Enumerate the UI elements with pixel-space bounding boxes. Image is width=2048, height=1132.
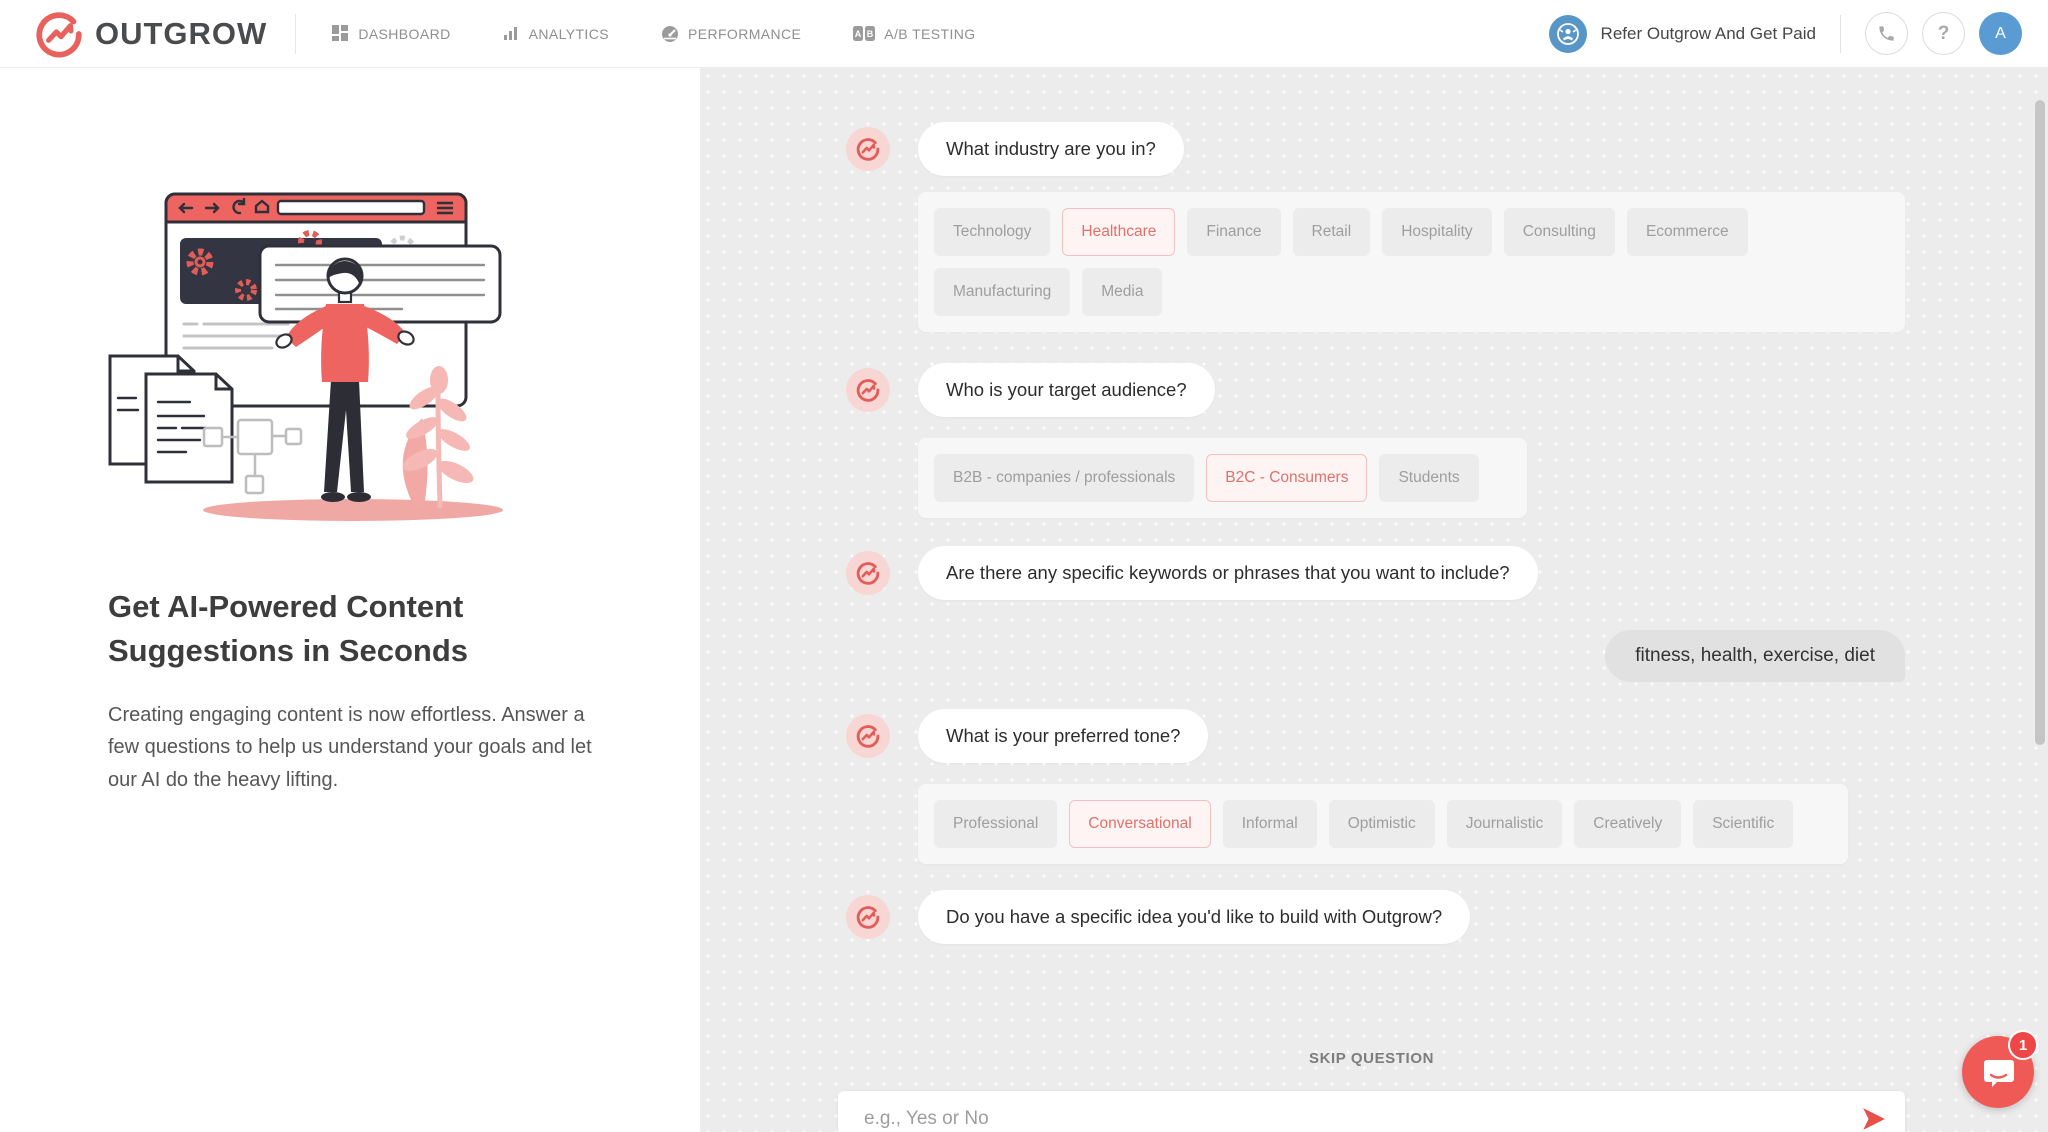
ab-testing-icon: A B bbox=[853, 25, 875, 42]
bot-avatar-icon bbox=[846, 368, 890, 412]
help-button[interactable]: ? bbox=[1922, 12, 1965, 55]
send-icon[interactable] bbox=[1861, 1106, 1887, 1132]
svg-text:A: A bbox=[855, 29, 862, 39]
question-bubble: What industry are you in? bbox=[918, 122, 1184, 176]
chat-widget-button[interactable]: 1 bbox=[1962, 1036, 2034, 1108]
option-chip[interactable]: Manufacturing bbox=[934, 268, 1070, 316]
option-chip[interactable]: Hospitality bbox=[1382, 208, 1492, 256]
option-chip[interactable]: Ecommerce bbox=[1627, 208, 1748, 256]
answer-input-bar bbox=[838, 1091, 1905, 1132]
nav-menu: DASHBOARD ANALYTICS PERFORMANCE bbox=[332, 25, 975, 43]
question-bubble: Are there any specific keywords or phras… bbox=[918, 546, 1538, 600]
refer-label: Refer Outgrow And Get Paid bbox=[1601, 24, 1816, 44]
question-bubble: What is your preferred tone? bbox=[918, 709, 1208, 763]
chat-panel: What industry are you in? TechnologyHeal… bbox=[700, 68, 2048, 1132]
nav-label: ANALYTICS bbox=[529, 26, 609, 42]
nav-label: PERFORMANCE bbox=[688, 26, 801, 42]
outgrow-logo-icon bbox=[33, 8, 85, 60]
nav-label: DASHBOARD bbox=[358, 26, 450, 42]
svg-text:B: B bbox=[867, 29, 874, 39]
industry-options: TechnologyHealthcareFinance RetailHospita… bbox=[918, 192, 1905, 332]
bot-message: Who is your target audience? bbox=[846, 363, 1905, 417]
option-chip[interactable]: Creatively bbox=[1574, 800, 1681, 848]
tone-options: ProfessionalConversational InformalOptimi… bbox=[918, 784, 1848, 864]
question-bubble: Who is your target audience? bbox=[918, 363, 1215, 417]
bot-message: Are there any specific keywords or phras… bbox=[846, 546, 1905, 600]
top-nav: OUTGROW DASHBOARD ANALYTICS bbox=[0, 0, 2048, 68]
page-title: Get AI-Powered Content Suggestions in Se… bbox=[108, 585, 588, 673]
bot-message: What is your preferred tone? bbox=[846, 709, 1905, 763]
option-chip[interactable]: B2B - companies / professionals bbox=[934, 454, 1194, 502]
nav-right-cluster: Refer Outgrow And Get Paid ? A bbox=[1549, 12, 2022, 55]
user-avatar[interactable]: A bbox=[1979, 12, 2022, 55]
option-chip[interactable]: Retail bbox=[1293, 208, 1371, 256]
option-chip[interactable]: Journalistic bbox=[1447, 800, 1563, 848]
analytics-icon bbox=[503, 25, 520, 42]
bot-avatar-icon bbox=[846, 895, 890, 939]
nav-item-performance[interactable]: PERFORMANCE bbox=[661, 25, 801, 43]
phone-button[interactable] bbox=[1865, 12, 1908, 55]
nav-label: A/B TESTING bbox=[884, 26, 975, 42]
bot-avatar-icon bbox=[846, 551, 890, 595]
option-chip[interactable]: Professional bbox=[934, 800, 1057, 848]
bot-avatar-icon bbox=[846, 127, 890, 171]
option-chip[interactable]: Conversational bbox=[1069, 800, 1210, 848]
user-reply-bubble: fitness, health, exercise, diet bbox=[1605, 630, 1905, 682]
option-chip[interactable]: Optimistic bbox=[1329, 800, 1435, 848]
nav-divider bbox=[1840, 15, 1841, 53]
chat-bubble-icon bbox=[1981, 1055, 2015, 1089]
hero-illustration bbox=[88, 188, 608, 528]
phone-icon bbox=[1877, 24, 1896, 43]
nav-item-ab-testing[interactable]: A B A/B TESTING bbox=[853, 25, 975, 42]
option-chip[interactable]: Media bbox=[1082, 268, 1162, 316]
notification-badge: 1 bbox=[2008, 1030, 2038, 1060]
audience-options: B2B - companies / professionalsB2C - Con… bbox=[918, 438, 1527, 518]
bot-message: Do you have a specific idea you'd like t… bbox=[846, 890, 1905, 944]
nav-item-dashboard[interactable]: DASHBOARD bbox=[332, 25, 450, 42]
answer-input[interactable] bbox=[838, 1108, 1905, 1130]
option-chip[interactable]: Technology bbox=[934, 208, 1050, 256]
performance-icon bbox=[661, 25, 679, 43]
nav-divider bbox=[295, 14, 296, 54]
dashboard-icon bbox=[332, 25, 349, 42]
nav-item-analytics[interactable]: ANALYTICS bbox=[503, 25, 609, 42]
page-description: Creating engaging content is now effortl… bbox=[108, 699, 608, 796]
outgrow-logo[interactable]: OUTGROW bbox=[33, 8, 267, 60]
option-chip[interactable]: Finance bbox=[1187, 208, 1280, 256]
option-chip[interactable]: Informal bbox=[1223, 800, 1317, 848]
option-chip[interactable]: Scientific bbox=[1693, 800, 1793, 848]
option-chip[interactable]: Healthcare bbox=[1062, 208, 1175, 256]
option-chip[interactable]: Students bbox=[1379, 454, 1478, 502]
intro-panel: Get AI-Powered Content Suggestions in Se… bbox=[0, 68, 700, 1132]
question-mark-icon: ? bbox=[1938, 23, 1950, 45]
scrollbar[interactable] bbox=[2035, 100, 2045, 745]
option-chip[interactable]: B2C - Consumers bbox=[1206, 454, 1367, 502]
question-bubble: Do you have a specific idea you'd like t… bbox=[918, 890, 1470, 944]
skip-question-button[interactable]: SKIP QUESTION bbox=[838, 1050, 1905, 1067]
bot-avatar-icon bbox=[846, 714, 890, 758]
refer-icon bbox=[1549, 15, 1587, 53]
bot-message: What industry are you in? bbox=[846, 122, 1905, 176]
option-chip[interactable]: Consulting bbox=[1504, 208, 1615, 256]
logo-wordmark: OUTGROW bbox=[95, 16, 267, 52]
refer-outgrow-link[interactable]: Refer Outgrow And Get Paid bbox=[1549, 15, 1816, 53]
outgrow-app: OUTGROW DASHBOARD ANALYTICS bbox=[0, 0, 2048, 1132]
